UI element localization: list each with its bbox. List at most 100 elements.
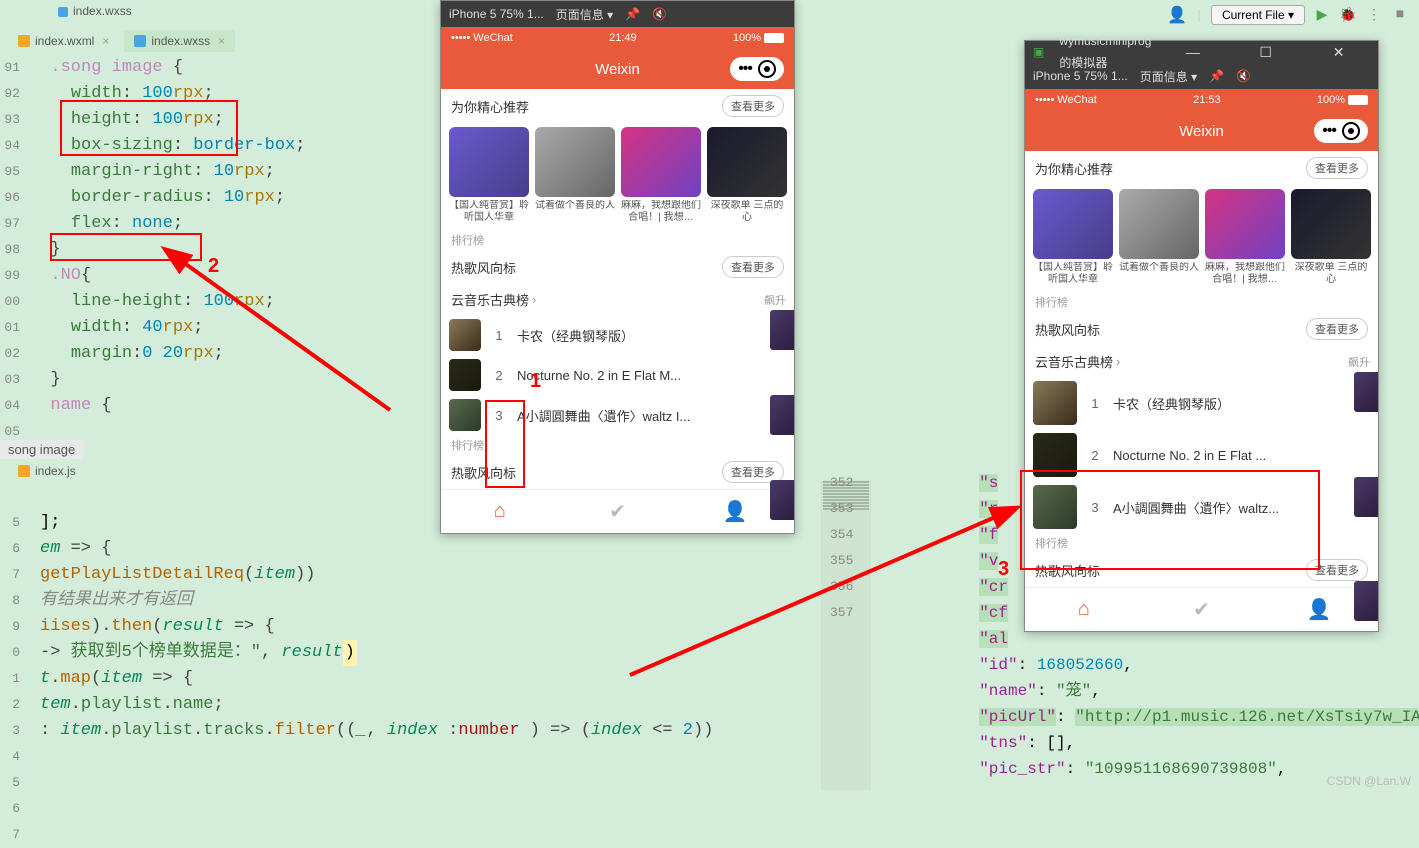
stop-icon[interactable]: ■: [1391, 7, 1409, 23]
nav-title: Weixin: [1179, 123, 1224, 140]
side-label: 飙升: [764, 292, 786, 308]
editor-wxss[interactable]: 919293949596979899000102030405 .song ima…: [0, 55, 440, 455]
capsule-button[interactable]: •••: [1314, 119, 1368, 143]
close-icon[interactable]: [1342, 122, 1360, 140]
tab-check[interactable]: ✔: [1189, 598, 1213, 622]
battery: 100%: [1317, 94, 1368, 106]
recommend-item[interactable]: 麻麻，我想跟他们合唱！| 我想…: [1205, 189, 1285, 288]
tab-index-wxss[interactable]: index.wxss ×: [124, 30, 235, 52]
more-button[interactable]: 查看更多: [722, 256, 784, 278]
chevron-icon: ›: [532, 292, 536, 307]
js-icon: [18, 465, 30, 477]
recommend-item[interactable]: 深夜歌单 三点的心: [707, 127, 787, 226]
tab-home[interactable]: ⌂: [1072, 598, 1096, 622]
run-config-dropdown[interactable]: Current File ▾: [1211, 5, 1305, 25]
divider: |: [1195, 8, 1203, 23]
nav-title: Weixin: [595, 61, 640, 78]
time-label: 21:49: [609, 32, 637, 44]
section-sub: 排行榜: [1025, 533, 1378, 553]
menu-icon[interactable]: •••: [738, 60, 752, 78]
recommend-list[interactable]: 【国人纯音赏】聆听国人华章 试着做个善良的人 麻麻，我想跟他们合唱！| 我想… …: [1025, 185, 1378, 292]
page-info-dropdown[interactable]: 页面信息 ▾: [1140, 68, 1197, 85]
app-icon: ▣: [1033, 41, 1044, 63]
simulator-right: ▣ wymusicminiprog的模拟器 — ☐ ✕ iPhone 5 75%…: [1024, 40, 1379, 632]
section-title: 热歌风向标: [451, 463, 516, 482]
debug-icon[interactable]: 🐞: [1339, 7, 1357, 24]
more-button[interactable]: 查看更多: [1306, 559, 1368, 581]
song-row[interactable]: 1卡农（经典钢琴版）: [441, 315, 794, 355]
song-row[interactable]: 1卡农（经典钢琴版）: [1025, 377, 1378, 429]
recommend-list[interactable]: 【国人纯音赏】聆听国人华章 试着做个善良的人 麻麻，我想跟他们合唱！| 我想… …: [441, 123, 794, 230]
close-icon[interactable]: ×: [102, 34, 109, 48]
breadcrumb-file[interactable]: index.wxss: [48, 0, 142, 22]
device-label[interactable]: iPhone 5 75% 1...: [1033, 69, 1128, 83]
tab-index-js[interactable]: index.js: [8, 460, 86, 482]
recommend-item[interactable]: 试着做个善良的人: [535, 127, 615, 226]
close-icon[interactable]: ×: [218, 34, 225, 48]
close-button[interactable]: ✕: [1307, 41, 1370, 63]
chart-link[interactable]: 云音乐古典榜› 飙升: [1025, 346, 1378, 377]
user-icon[interactable]: 👤: [1167, 5, 1187, 25]
tab-profile[interactable]: 👤: [723, 500, 747, 524]
pin-icon[interactable]: 📌: [1209, 69, 1224, 83]
battery-indicator: 100%: [733, 32, 784, 44]
sim-toolbar: iPhone 5 75% 1... 页面信息 ▾ 📌 🔇: [441, 1, 794, 27]
pin-icon[interactable]: 📌: [625, 7, 640, 21]
tab-check[interactable]: ✔: [605, 500, 629, 524]
status-bar: ••••• WeChat 21:53 100%: [1025, 89, 1378, 111]
nav-bar: Weixin •••: [441, 49, 794, 89]
song-row[interactable]: 2Nocturne No. 2 in E Flat ...: [1025, 429, 1378, 481]
tab-index-wxml[interactable]: index.wxml ×: [8, 30, 119, 52]
recommend-item[interactable]: 【国人纯音赏】聆听国人华章: [1033, 189, 1113, 288]
carrier-label: ••••• WeChat: [451, 32, 513, 44]
hover-hint: song image: [0, 440, 83, 459]
gutter: 352353354355356357: [830, 470, 858, 626]
more-button[interactable]: 查看更多: [1306, 157, 1368, 179]
recommend-item[interactable]: 试着做个善良的人: [1119, 189, 1199, 288]
mute-icon[interactable]: 🔇: [1236, 69, 1251, 83]
chart-link[interactable]: 云音乐古典榜› 飙升: [441, 284, 794, 315]
mute-icon[interactable]: 🔇: [652, 7, 667, 21]
recommend-item[interactable]: 麻麻，我想跟他们合唱！| 我想…: [621, 127, 701, 226]
song-row[interactable]: 3A小調圓舞曲〈遺作〉waltz...: [1025, 481, 1378, 533]
code-content[interactable]: ];em => {getPlayListDetailReq(item))有结果出…: [40, 510, 713, 744]
tab-profile[interactable]: 👤: [1307, 598, 1331, 622]
maximize-button[interactable]: ☐: [1234, 41, 1297, 63]
song-row[interactable]: 2Nocturne No. 2 in E Flat M...: [441, 355, 794, 395]
tab-bar: ⌂ ✔ 👤: [441, 489, 794, 533]
song-row[interactable]: 3A小調圓舞曲〈遺作〉waltz I...: [441, 395, 794, 435]
sim-content[interactable]: 为你精心推荐 查看更多 【国人纯音赏】聆听国人华章 试着做个善良的人 麻麻，我想…: [441, 89, 794, 533]
device-label[interactable]: iPhone 5 75% 1...: [449, 7, 544, 21]
gutter: 5678901234567: [0, 510, 28, 848]
minimize-button[interactable]: —: [1161, 41, 1224, 63]
section-title: 为你精心推荐: [451, 97, 529, 116]
sim-content[interactable]: 为你精心推荐 查看更多 【国人纯音赏】聆听国人华章 试着做个善良的人 麻麻，我想…: [1025, 151, 1378, 631]
run-icon[interactable]: ▶: [1313, 7, 1331, 24]
wxml-icon: [18, 35, 30, 47]
section-title: 热歌风向标: [1035, 320, 1100, 339]
close-icon[interactable]: [758, 60, 776, 78]
recommend-item[interactable]: 深夜歌单 三点的心: [1291, 189, 1371, 288]
watermark: CSDN @Lan.W: [1327, 774, 1411, 788]
annotation-3: 3: [998, 558, 1009, 581]
section-sub: 排行榜: [441, 435, 794, 455]
code-content[interactable]: .song image { width: 100rpx; height: 100…: [30, 55, 305, 419]
more-button[interactable]: 查看更多: [722, 95, 784, 117]
tab-label: index.js: [35, 464, 76, 478]
carrier: ••••• WeChat: [1035, 94, 1097, 106]
more-button[interactable]: 查看更多: [1306, 318, 1368, 340]
more-icon[interactable]: ⋮: [1365, 7, 1383, 24]
menu-icon[interactable]: •••: [1322, 122, 1336, 140]
section-title: 为你精心推荐: [1035, 159, 1113, 178]
page-info-dropdown[interactable]: 页面信息 ▾: [556, 6, 613, 23]
nav-bar: Weixin •••: [1025, 111, 1378, 151]
tab-bar: ⌂ ✔ 👤: [1025, 587, 1378, 631]
gutter: 919293949596979899000102030405: [0, 55, 28, 445]
side-label: 飙升: [1348, 354, 1370, 370]
recommend-item[interactable]: 【国人纯音赏】聆听国人华章: [449, 127, 529, 226]
window-title: wymusicminiprog的模拟器: [1059, 30, 1151, 74]
section-title: 热歌风向标: [451, 258, 516, 277]
tab-home[interactable]: ⌂: [488, 500, 512, 524]
ide-toolbar: 👤 | Current File ▾ ▶ 🐞 ⋮ ■: [1167, 5, 1409, 25]
capsule-button[interactable]: •••: [730, 57, 784, 81]
